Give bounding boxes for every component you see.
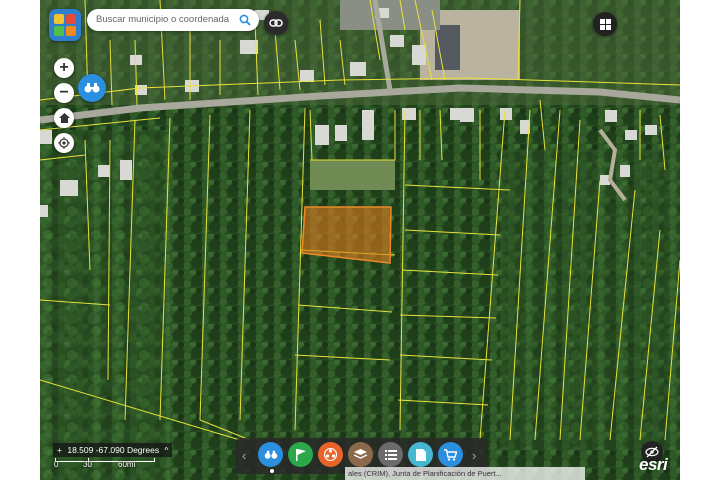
zoom-in-button[interactable]: + <box>54 58 74 78</box>
toolbar-list-button[interactable] <box>378 442 403 467</box>
chevron-right-icon[interactable]: › <box>472 448 476 463</box>
my-location-button[interactable] <box>54 133 74 153</box>
film-reel-icon <box>324 448 337 461</box>
binoculars-icon <box>264 450 277 459</box>
map-view[interactable]: Buscar municipio o coordenada + − + 18.5… <box>40 0 680 480</box>
toolbar-cart-button[interactable] <box>438 442 463 467</box>
esri-logo: esri <box>639 455 668 474</box>
toolbar-binoculars-button[interactable] <box>258 442 283 467</box>
scale-label-30: 30 <box>83 460 92 469</box>
app-logo[interactable] <box>49 9 81 41</box>
binoculars-icon <box>84 83 100 93</box>
coordinate-unit: Degrees <box>126 445 160 455</box>
search-placeholder: Buscar municipio o coordenada <box>96 14 230 25</box>
document-icon <box>415 448 426 461</box>
toolbar-film-button[interactable] <box>318 442 343 467</box>
chevron-up-icon[interactable]: ^ <box>164 446 168 455</box>
chevron-left-icon[interactable]: ‹ <box>242 448 246 463</box>
scale-label-0: 0 <box>54 460 59 469</box>
crosshair-icon <box>58 137 70 149</box>
flag-icon <box>296 448 306 461</box>
longitude: -67.090 <box>95 445 125 455</box>
toolbar-document-button[interactable] <box>408 442 433 467</box>
map-attribution: ales (CRIM), Junta de Planificación de P… <box>345 467 585 480</box>
toolbar-flag-button[interactable] <box>288 442 313 467</box>
locate-property-button[interactable] <box>78 74 106 102</box>
search-button[interactable] <box>233 11 257 29</box>
search-icon <box>239 14 251 26</box>
home-button[interactable] <box>54 108 74 128</box>
active-indicator <box>270 469 274 473</box>
plus-icon: + <box>57 445 62 455</box>
home-icon <box>58 113 70 123</box>
apps-button[interactable] <box>593 12 617 36</box>
search-input[interactable]: Buscar municipio o coordenada <box>87 9 259 31</box>
link-icon <box>269 19 283 27</box>
grid-icon <box>599 18 611 30</box>
zoom-out-button[interactable]: − <box>54 83 74 103</box>
coordinate-readout[interactable]: + 18.509 -67.090 Degrees ^ <box>53 443 173 457</box>
scale-bar: 0 30 60mi <box>54 458 165 474</box>
toolbar-layers-button[interactable] <box>348 442 373 467</box>
list-icon <box>384 449 397 460</box>
latitude: 18.509 <box>67 445 94 455</box>
cart-icon <box>444 448 457 461</box>
scale-label-60: 60mi <box>118 460 136 469</box>
selected-parcel <box>301 206 392 264</box>
share-link-button[interactable] <box>264 11 288 35</box>
satellite-imagery <box>40 0 680 480</box>
layers-icon <box>354 448 367 459</box>
